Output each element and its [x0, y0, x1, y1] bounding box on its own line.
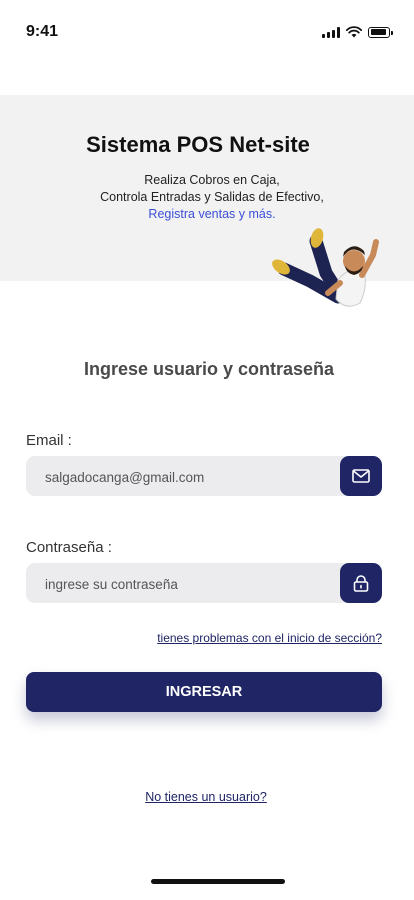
tagline-line-2: Controla Entradas y Salidas de Efectivo, — [100, 190, 324, 204]
email-label: Email : — [26, 432, 72, 449]
password-icon-button[interactable] — [340, 563, 382, 603]
signal-icon — [322, 26, 340, 38]
password-field[interactable] — [43, 563, 347, 605]
lock-icon — [353, 574, 369, 592]
email-field[interactable] — [43, 456, 347, 498]
app-title: Sistema POS Net-site — [86, 132, 310, 157]
login-button[interactable]: INGRESAR — [26, 672, 382, 712]
battery-icon — [368, 26, 393, 38]
password-field-container — [26, 563, 382, 605]
email-icon-button[interactable] — [340, 456, 382, 496]
email-field-container — [26, 456, 382, 498]
wifi-icon — [346, 26, 362, 38]
signup-link[interactable]: No tienes un usuario? — [0, 790, 412, 804]
status-time: 9:41 — [26, 23, 59, 40]
status-bar: 9:41 — [0, 0, 414, 64]
password-label: Contraseña : — [26, 539, 112, 556]
form-heading: Ingrese usuario y contraseña — [83, 359, 335, 379]
status-icons — [322, 26, 393, 38]
tagline-line-1: Realiza Cobros en Caja, — [144, 173, 280, 187]
home-indicator — [151, 879, 285, 884]
falling-man-illustration — [272, 228, 379, 307]
forgot-login-link[interactable]: tienes problemas con el inicio de secció… — [157, 631, 382, 645]
tagline-line-3: Registra ventas y más. — [148, 207, 276, 221]
mail-icon — [352, 469, 370, 483]
